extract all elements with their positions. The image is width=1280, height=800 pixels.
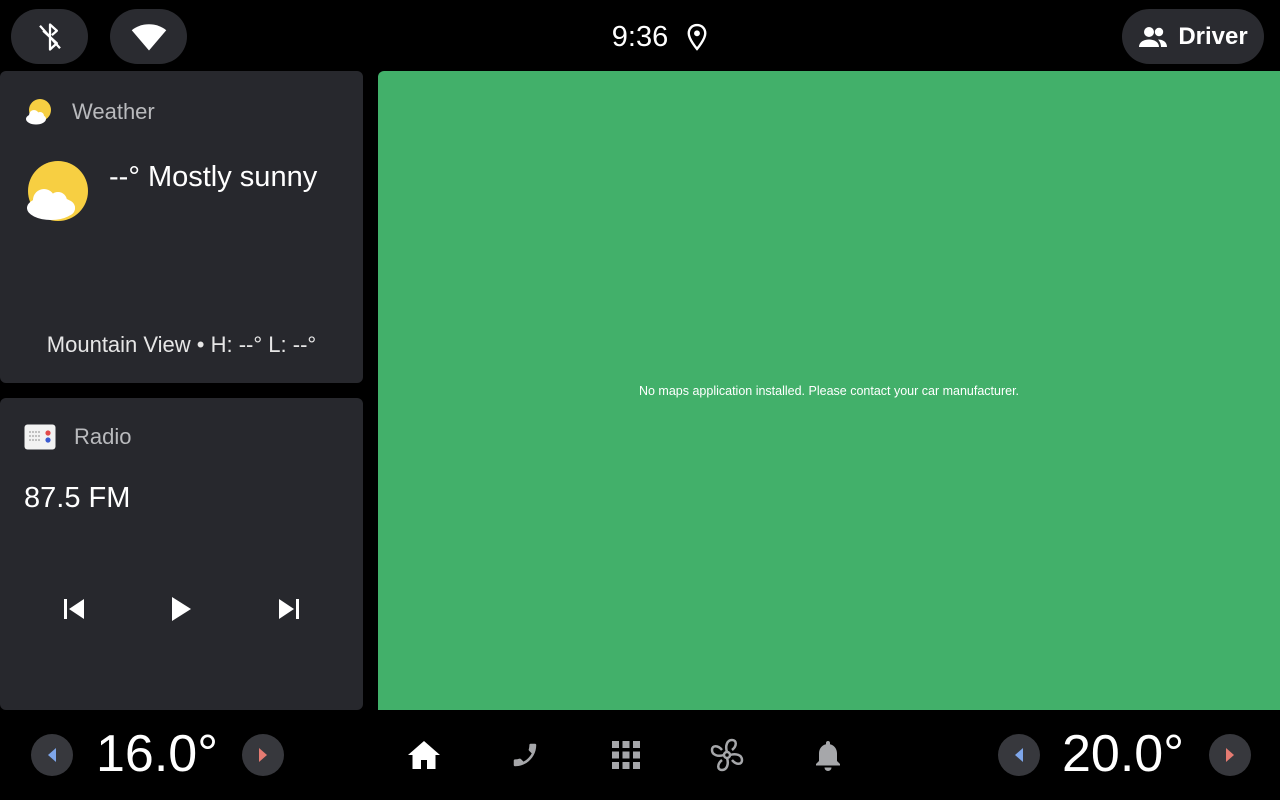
- left-temperature: 16.0°: [96, 725, 219, 783]
- nav-home-button[interactable]: [402, 733, 446, 777]
- clock-area: 9:36: [560, 10, 760, 64]
- bluetooth-toggle[interactable]: [11, 9, 88, 64]
- bell-icon: [816, 741, 840, 771]
- weather-title: Weather: [72, 99, 155, 124]
- play-button[interactable]: [151, 596, 211, 622]
- skip-previous-icon: [63, 599, 84, 619]
- radio-title: Radio: [74, 424, 132, 449]
- left-temp-up-button[interactable]: [242, 734, 284, 776]
- chevron-right-icon: [259, 748, 267, 762]
- user-label: Driver: [1178, 22, 1248, 50]
- home-icon: [408, 741, 440, 769]
- chevron-right-icon: [1226, 748, 1234, 762]
- right-temp-up-button[interactable]: [1209, 734, 1251, 776]
- weather-condition: --° Mostly sunny: [109, 161, 318, 193]
- radio-header: Radio: [24, 424, 131, 450]
- skip-next-icon: [279, 599, 300, 619]
- bluetooth-off-icon: [38, 22, 61, 51]
- nav-phone-button[interactable]: [503, 733, 547, 777]
- wifi-toggle[interactable]: [110, 9, 187, 64]
- chevron-left-icon: [48, 748, 56, 762]
- location-icon: [687, 23, 707, 51]
- right-temp-down-button[interactable]: [998, 734, 1040, 776]
- wifi-icon: [131, 23, 166, 50]
- weather-header: Weather: [24, 97, 155, 127]
- map-panel[interactable]: No maps application installed. Please co…: [378, 71, 1280, 710]
- partly-sunny-icon: [27, 161, 88, 221]
- chevron-left-icon: [1015, 748, 1023, 762]
- left-temp-down-button[interactable]: [31, 734, 73, 776]
- radio-card[interactable]: Radio 87.5 FM: [0, 398, 363, 710]
- previous-button[interactable]: [44, 596, 104, 622]
- weather-location: Mountain View • H: --° L: --°: [46, 332, 317, 357]
- nav-apps-button[interactable]: [604, 733, 648, 777]
- phone-icon: [513, 743, 537, 767]
- nav-notifications-button[interactable]: [806, 733, 850, 777]
- map-message: No maps application installed. Please co…: [638, 383, 1020, 398]
- weather-card[interactable]: Weather --° Mostly sunny Mountain View •…: [0, 71, 363, 383]
- right-temperature: 20.0°: [1062, 725, 1185, 783]
- next-button[interactable]: [259, 596, 319, 622]
- weather-small-icon: [26, 99, 51, 125]
- radio-controls: [0, 596, 363, 622]
- clock: 9:36: [611, 20, 669, 53]
- user-profile-button[interactable]: Driver: [1122, 9, 1264, 64]
- apps-grid-icon: [612, 741, 640, 769]
- people-icon: [1139, 26, 1168, 47]
- radio-frequency: 87.5 FM: [24, 482, 131, 514]
- fan-icon: [710, 738, 744, 772]
- radio-app-icon: [24, 424, 56, 450]
- play-icon: [172, 597, 192, 621]
- nav-hvac-button[interactable]: [705, 733, 749, 777]
- weather-main: --° Mostly sunny: [25, 161, 317, 223]
